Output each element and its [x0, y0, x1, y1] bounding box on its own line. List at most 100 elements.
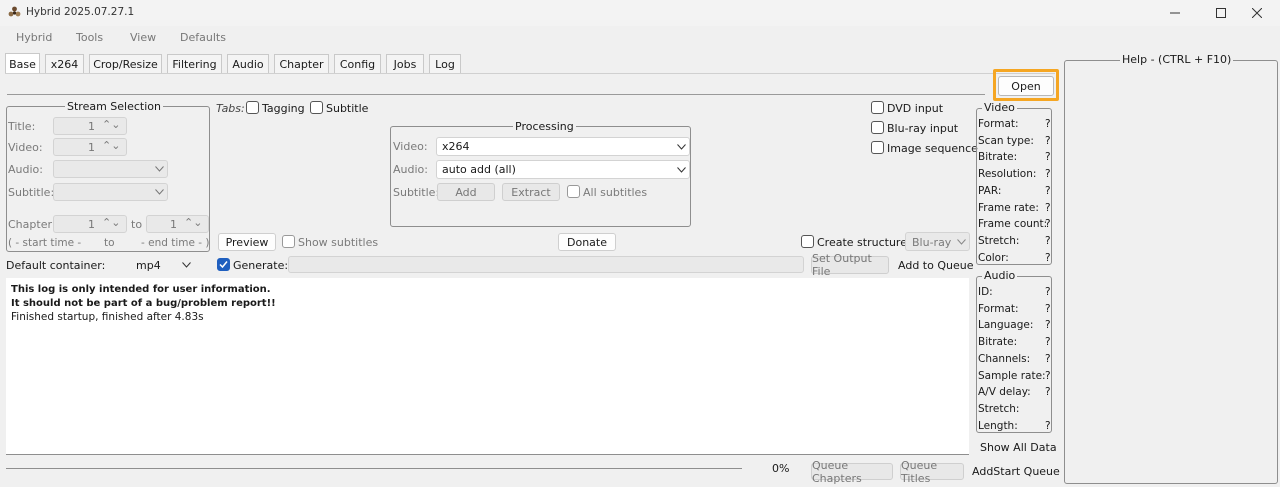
video-info-row-value: ? — [1045, 168, 1051, 181]
video-info-row-label: Scan type: — [978, 134, 1034, 147]
audio-info-row-label: Format: — [978, 302, 1019, 315]
progress-bar — [6, 468, 742, 469]
window-title: Hybrid 2025.07.27.1 — [26, 6, 135, 18]
processing-subtitle-label: Subtitle: — [393, 186, 440, 199]
log-line: Finished startup, finished after 4.83s — [11, 311, 204, 323]
tabs-label: Tabs: — [216, 102, 245, 115]
set-output-file-button[interactable]: Set Output File — [811, 252, 889, 278]
video-info-row-label: Format: — [978, 118, 1019, 130]
close-button[interactable] — [1234, 0, 1280, 26]
video-spin-arrows-icon[interactable]: ⌃⌄ — [102, 139, 120, 152]
title-label: Title: — [8, 120, 36, 133]
subtitle-tab-checkbox[interactable] — [310, 101, 323, 114]
output-file-field[interactable] — [288, 256, 804, 273]
subtitle-select[interactable] — [53, 183, 168, 201]
create-structure-checkbox[interactable] — [801, 235, 814, 248]
video-info-row-value: ? — [1045, 118, 1051, 130]
input-file-field[interactable] — [7, 94, 985, 95]
queue-chapters-button[interactable]: Queue Chapters — [811, 459, 893, 485]
subtitle-label: Subtitle: — [8, 186, 55, 199]
show-subtitles-checkbox[interactable] — [282, 235, 295, 248]
help-panel-title: Help - (CTRL + F10) — [1120, 53, 1234, 66]
log-line: This log is only intended for user infor… — [11, 284, 271, 295]
menu-defaults[interactable]: Defaults — [180, 31, 226, 44]
show-all-data-button[interactable]: Show All Data — [980, 441, 1057, 454]
audio-info-row-label: Length: — [978, 419, 1018, 432]
tab-audio[interactable]: Audio — [227, 54, 269, 73]
video-label: Video: — [8, 141, 43, 154]
tab-chapter[interactable]: Chapter — [274, 54, 329, 73]
title-spin-arrows-icon[interactable]: ⌃⌄ — [102, 118, 120, 131]
generate-checkbox[interactable] — [217, 258, 230, 271]
audio-info-row-value: ? — [1045, 286, 1051, 298]
processing-video-select[interactable] — [436, 137, 690, 156]
video-info-row-value: ? — [1045, 134, 1051, 147]
minimize-icon — [1170, 12, 1180, 14]
title-bar — [0, 0, 1280, 26]
menu-view[interactable]: View — [130, 31, 156, 44]
end-time-field[interactable]: - end time - ) — [141, 237, 210, 249]
audio-info-row-value: ? — [1045, 352, 1051, 365]
open-button[interactable]: Open — [998, 76, 1054, 96]
image-sequence-checkbox[interactable] — [871, 141, 884, 154]
tab-filtering[interactable]: Filtering — [167, 54, 222, 73]
video-info-row-value: ? — [1045, 151, 1051, 164]
audio-info-row-label: Language: — [978, 319, 1034, 332]
tab-bar-border — [5, 73, 1055, 74]
audio-info-row-label: Sample rate: — [978, 369, 1046, 382]
tab-config[interactable]: Config — [334, 54, 381, 73]
subtitle-extract-button[interactable]: Extract — [502, 183, 560, 201]
tab-log[interactable]: Log — [429, 54, 461, 73]
chapter-to-value: 1 — [170, 218, 177, 231]
minimize-button[interactable] — [1152, 0, 1198, 26]
dvd-input-checkbox[interactable] — [871, 101, 884, 114]
processing-video-label: Video: — [393, 140, 428, 153]
tab-base[interactable]: Base — [5, 53, 40, 74]
queue-titles-button[interactable]: Queue Titles — [900, 459, 964, 485]
video-info-row-label: Resolution: — [978, 168, 1037, 181]
audio-info-row-value: ? — [1045, 386, 1051, 399]
preview-button[interactable]: Preview — [218, 233, 276, 251]
audio-info-row-label: Channels: — [978, 352, 1031, 365]
container-chevron-down-icon — [182, 262, 191, 268]
start-time-field[interactable]: ( - start time - — [8, 237, 81, 249]
title-value: 1 — [88, 120, 95, 133]
bluray-input-label: Blu-ray input — [887, 122, 959, 135]
chapter-to-label: to — [131, 218, 143, 231]
all-subtitles-label: All subtitles — [583, 186, 648, 199]
tagging-checkbox[interactable] — [246, 101, 259, 114]
audio-info-row-value: ? — [1045, 319, 1051, 332]
all-subtitles-checkbox[interactable] — [567, 185, 580, 198]
subtitle-chevron-down-icon — [155, 189, 164, 195]
bluray-input-checkbox[interactable] — [871, 121, 884, 134]
video-info-row-label: Frame rate: — [978, 201, 1039, 214]
processing-title: Processing — [513, 120, 576, 133]
tab-x264[interactable]: x264 — [45, 54, 84, 73]
audio-info-row-value: ? — [1045, 336, 1051, 349]
add-to-queue-button[interactable]: Add to Queue — [898, 259, 973, 272]
video-info-row-label: Color: — [978, 251, 1009, 264]
video-info-row-value: ? — [1045, 251, 1051, 264]
audio-chevron-down-icon — [155, 166, 164, 172]
tab-crop-resize[interactable]: Crop/Resize — [89, 54, 162, 73]
chapter-from-spin-arrows-icon[interactable]: ⌃⌄ — [102, 216, 120, 229]
audio-info-row-label: Bitrate: — [978, 336, 1018, 349]
log-line: It should not be part of a bug/problem r… — [11, 298, 276, 309]
video-info-row-label: Bitrate: — [978, 151, 1018, 164]
subtitle-add-button[interactable]: Add — [437, 183, 495, 201]
video-info-row-label: PAR: — [978, 184, 1002, 197]
tab-jobs[interactable]: Jobs — [386, 54, 424, 73]
add-start-queue-button[interactable]: AddStart Queue — [972, 465, 1060, 478]
menu-hybrid[interactable]: Hybrid — [16, 31, 52, 44]
video-info-row-value: ? — [1045, 234, 1051, 247]
menu-tools[interactable]: Tools — [76, 31, 103, 44]
donate-button[interactable]: Donate — [558, 233, 616, 251]
chapter-to-spin-arrows-icon[interactable]: ⌃⌄ — [184, 216, 202, 229]
audio-info-row-label: A/V delay: — [978, 386, 1031, 399]
audio-select[interactable] — [53, 160, 168, 178]
audio-info-row-label: ID: — [978, 286, 993, 298]
generate-label: Generate: — [233, 259, 289, 272]
processing-video-chevron-down-icon — [677, 144, 686, 150]
help-panel — [1064, 60, 1278, 484]
processing-video-value: x264 — [442, 140, 470, 153]
